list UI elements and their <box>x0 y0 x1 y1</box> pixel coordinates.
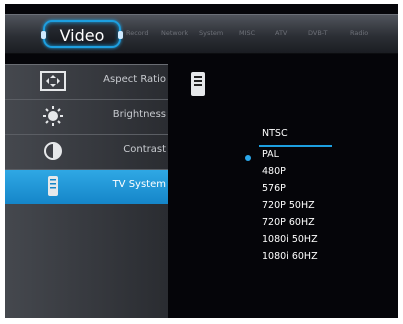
option-720p-60hz[interactable]: 720P 60HZ <box>262 217 315 228</box>
sidebar-item-tv-system[interactable]: TV System <box>5 170 168 204</box>
sidebar-item-label: Brightness <box>112 109 166 120</box>
option-576p[interactable]: 576P <box>262 183 286 194</box>
tab-right-marker <box>118 31 123 39</box>
current-selection-dot <box>245 155 251 161</box>
option-pal[interactable]: PAL <box>262 149 279 160</box>
option-1080i-60hz[interactable]: 1080i 60HZ <box>262 251 318 262</box>
contrast-icon <box>40 141 66 161</box>
tab-video[interactable]: Video <box>41 20 123 48</box>
sidebar-item-brightness[interactable]: Brightness <box>5 100 168 134</box>
tab-video-label: Video <box>59 26 105 45</box>
sidebar-item-aspect-ratio[interactable]: Aspect Ratio <box>5 65 168 99</box>
sidebar-item-label: TV System <box>112 179 166 190</box>
option-480p[interactable]: 480P <box>262 166 286 177</box>
tv-system-icon <box>40 176 66 196</box>
selection-underline <box>259 145 332 147</box>
sidebar-item-label: Aspect Ratio <box>103 74 166 85</box>
tv-system-preview-icon <box>191 72 205 96</box>
tab-atv[interactable]: ATV <box>275 29 287 37</box>
tab-left-marker <box>41 31 46 39</box>
sidebar-item-label: Contrast <box>123 144 166 155</box>
aspect-ratio-icon <box>40 71 66 91</box>
top-menu-bar: Video Record Network System MISC ATV DVB… <box>5 14 398 54</box>
tab-system[interactable]: System <box>199 29 223 37</box>
sidebar-item-contrast[interactable]: Contrast <box>5 135 168 169</box>
tab-misc[interactable]: MISC <box>239 29 255 37</box>
tab-record[interactable]: Record <box>126 29 148 37</box>
brightness-icon <box>40 106 66 126</box>
settings-sidebar: Aspect Ratio Brightness Contrast TV Syst… <box>5 64 168 318</box>
option-ntsc[interactable]: NTSC <box>262 128 288 139</box>
option-1080i-50hz[interactable]: 1080i 50HZ <box>262 234 318 245</box>
option-720p-50hz[interactable]: 720P 50HZ <box>262 200 315 211</box>
screen: Video Record Network System MISC ATV DVB… <box>5 4 398 318</box>
tab-dvbt[interactable]: DVB-T <box>308 29 328 37</box>
tab-network[interactable]: Network <box>161 29 188 37</box>
tab-radio[interactable]: Radio <box>350 29 368 37</box>
